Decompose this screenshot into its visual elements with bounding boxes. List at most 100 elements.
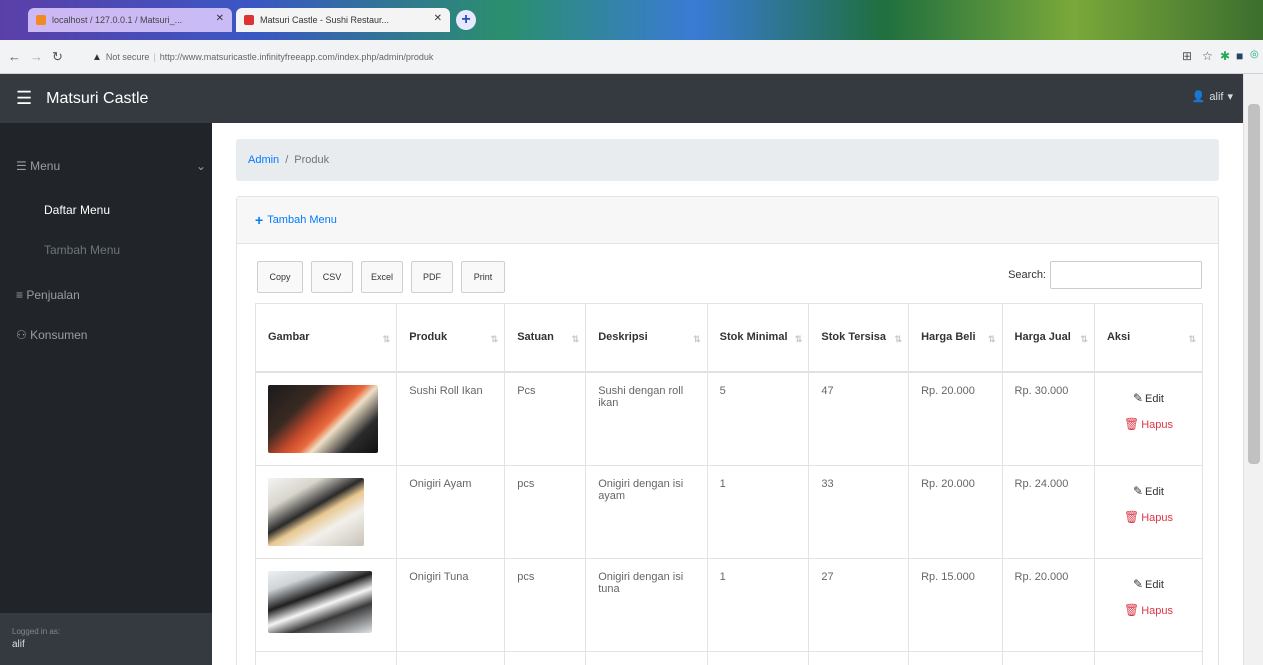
cell-harga-beli: Rp. 20.000 xyxy=(908,371,1003,466)
cell-stok-minimal xyxy=(706,650,810,665)
cell-satuan: pcs xyxy=(504,464,587,559)
users-icon: ⚇ xyxy=(16,328,27,342)
security-label: Not secure xyxy=(105,52,150,62)
url-separator: | xyxy=(153,52,156,62)
delete-link[interactable]: 🗑 Hapus xyxy=(1107,510,1190,524)
sidebar-item-daftar-menu[interactable]: Daftar Menu xyxy=(44,203,110,217)
cell-deskripsi: Onigiri dengan isi tuna xyxy=(585,557,708,652)
table-row: Onigiri Ayam pcs Onigiri dengan isi ayam… xyxy=(254,464,1204,559)
cell-satuan: pcs xyxy=(504,557,587,652)
edit-link[interactable]: ✎ Edit xyxy=(1107,484,1190,498)
delete-link[interactable]: 🗑 Hapus xyxy=(1107,417,1190,431)
cell-produk: Sushi Roll Ikan xyxy=(396,371,506,466)
cell-aksi xyxy=(1093,650,1204,665)
header-label: Satuan xyxy=(517,331,554,344)
menu-toggle-icon[interactable]: ☰ xyxy=(16,88,32,109)
close-tab-icon[interactable]: ✕ xyxy=(216,13,224,24)
cell-harga-jual: Rp. 30.000 xyxy=(1001,371,1095,466)
product-image xyxy=(268,477,364,546)
trash-icon: 🗑 xyxy=(1123,416,1140,431)
column-header-stok-tersisa[interactable]: Stok Tersisa ⇅ xyxy=(808,303,910,373)
brand-title[interactable]: Matsuri Castle xyxy=(46,90,148,108)
edit-icon: ✎ xyxy=(1132,483,1144,498)
forward-icon[interactable]: → xyxy=(30,49,43,64)
browser-tab-phpmyadmin[interactable]: localhost / 127.0.0.1 / Matsuri_... ✕ xyxy=(28,8,232,32)
sort-icon: ⇅ xyxy=(794,334,803,344)
sort-icon: ⇅ xyxy=(1080,334,1088,344)
close-tab-icon[interactable]: ✕ xyxy=(434,13,442,24)
search-label: Search: xyxy=(1008,269,1046,281)
cell-aksi: ✎ Edit 🗑 Hapus xyxy=(1093,464,1204,559)
back-icon[interactable]: ← xyxy=(8,49,21,64)
bookmark-star-icon[interactable]: ☆ xyxy=(1202,49,1213,63)
url-field[interactable]: ▲ Not secure | http://www.matsuricastle.… xyxy=(92,46,1042,68)
column-header-satuan[interactable]: Satuan ⇅ xyxy=(504,303,587,373)
sidebar-item-konsumen[interactable]: ⚇ Konsumen xyxy=(16,328,87,342)
delete-link[interactable]: 🗑 Hapus xyxy=(1107,603,1190,617)
add-menu-link[interactable]: Tambah Menu xyxy=(267,214,337,226)
tab-favicon-icon xyxy=(244,15,254,25)
print-button[interactable]: Print xyxy=(461,261,505,293)
search-input[interactable] xyxy=(1050,261,1202,289)
csv-button[interactable]: CSV xyxy=(311,261,353,293)
sidebar-item-menu[interactable]: ☰ Menu ⌄ xyxy=(16,159,206,173)
copy-button[interactable]: Copy xyxy=(257,261,303,293)
cell-harga-beli xyxy=(908,650,1003,665)
excel-button[interactable]: Excel xyxy=(361,261,403,293)
breadcrumb: Admin / Produk xyxy=(236,139,1219,181)
cell-aksi: ✎ Edit 🗑 Hapus xyxy=(1093,371,1204,466)
sidebar-item-tambah-menu[interactable]: Tambah Menu xyxy=(44,243,120,257)
cell-stok-tersisa xyxy=(808,650,910,665)
chart-icon: ≡ xyxy=(16,288,24,302)
cell-harga-jual xyxy=(1001,650,1095,665)
header-label: Harga Beli xyxy=(921,331,976,344)
column-header-deskripsi[interactable]: Deskripsi ⇅ xyxy=(585,303,708,373)
caret-down-icon: ▾ xyxy=(1227,91,1233,103)
sidebar-footer: Logged in as: alif xyxy=(0,613,212,665)
new-tab-icon[interactable]: + xyxy=(456,10,476,30)
extension-square-icon[interactable]: ■ xyxy=(1236,49,1243,63)
header-label: Stok Minimal xyxy=(719,331,788,344)
breadcrumb-admin-link[interactable]: Admin xyxy=(248,154,279,166)
tab-title: localhost / 127.0.0.1 / Matsuri_... xyxy=(52,15,183,25)
browser-tab-matsuri[interactable]: Matsuri Castle - Sushi Restaur... ✕ xyxy=(236,8,450,32)
sidebar-item-label: Penjualan xyxy=(26,288,80,302)
main-content: Admin / Produk + Tambah Menu Copy CSV Ex… xyxy=(212,123,1243,665)
scrollbar-thumb[interactable] xyxy=(1248,104,1260,464)
chevron-down-icon: ⌄ xyxy=(196,159,207,173)
cell-aksi: ✎ Edit 🗑 Hapus xyxy=(1093,557,1204,652)
sort-icon: ⇅ xyxy=(1188,334,1196,344)
sidebar-item-penjualan[interactable]: ≡ Penjualan xyxy=(16,288,80,302)
page-scrollbar[interactable] xyxy=(1243,74,1263,665)
extension-icon[interactable]: ✱ xyxy=(1220,49,1230,63)
column-header-harga-jual[interactable]: Harga Jual ⇅ xyxy=(1001,303,1095,373)
cell-gambar xyxy=(254,464,398,559)
column-header-aksi[interactable]: Aksi ⇅ xyxy=(1093,303,1204,373)
column-header-harga-beli[interactable]: Harga Beli ⇅ xyxy=(908,303,1003,373)
reload-icon[interactable]: ↻ xyxy=(52,49,63,65)
edit-link[interactable]: ✎ Edit xyxy=(1107,577,1190,591)
edit-link[interactable]: ✎ Edit xyxy=(1107,391,1190,405)
column-header-produk[interactable]: Produk ⇅ xyxy=(396,303,506,373)
translate-icon[interactable]: ⊞ xyxy=(1182,49,1192,63)
user-icon: 👤 xyxy=(1191,91,1206,103)
table-row: Onigiri Tuna pcs Onigiri dengan isi tuna… xyxy=(254,557,1204,652)
header-label: Aksi xyxy=(1106,331,1131,344)
edit-label: Edit xyxy=(1145,578,1164,591)
column-header-gambar[interactable]: Gambar ⇅ xyxy=(254,303,398,373)
delete-label: Hapus xyxy=(1141,604,1173,617)
sort-icon: ⇅ xyxy=(382,334,391,344)
cell-stok-tersisa: 33 xyxy=(808,464,910,559)
table-row: Sushi Roll Ikan Pcs Sushi dengan roll ik… xyxy=(254,371,1204,466)
top-navbar: ☰ Matsuri Castle 👤 alif ▾ xyxy=(0,74,1243,123)
sort-icon: ⇅ xyxy=(988,334,996,344)
column-header-stok-minimal[interactable]: Stok Minimal ⇅ xyxy=(706,303,810,373)
card-header: + Tambah Menu xyxy=(237,197,1218,244)
cell-satuan xyxy=(504,650,587,665)
pdf-button[interactable]: PDF xyxy=(411,261,453,293)
extension-glasses-icon[interactable]: ◎ xyxy=(1250,49,1259,60)
trash-icon: 🗑 xyxy=(1123,602,1140,617)
header-label: Stok Tersisa xyxy=(821,331,887,344)
user-name: alif xyxy=(1209,90,1224,103)
user-dropdown[interactable]: 👤 alif ▾ xyxy=(1191,90,1233,104)
